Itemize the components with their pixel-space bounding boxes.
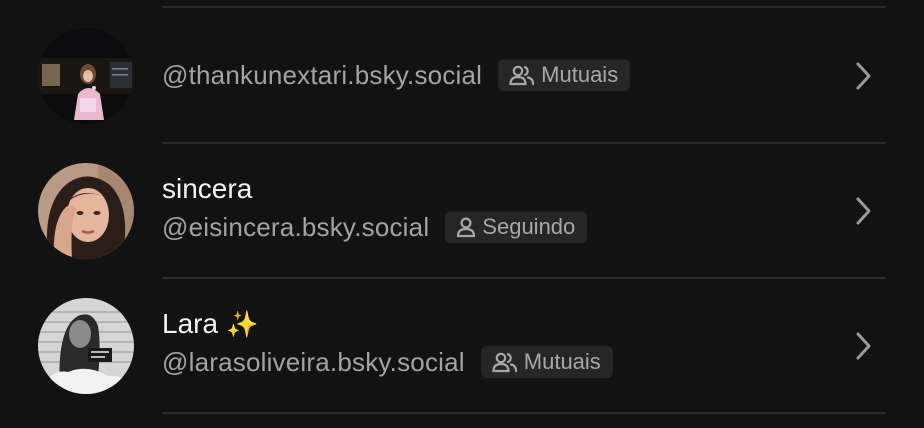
profile-handle: @thankunextari.bsky.social <box>162 59 483 90</box>
profile-row[interactable]: @thankunextari.bsky.social Mutuais <box>0 8 924 142</box>
relationship-badge: Mutuais <box>498 59 631 91</box>
user-icon <box>456 216 476 238</box>
badge-label: Mutuais <box>541 62 619 87</box>
profile-display-name-text: Lara <box>162 308 219 339</box>
profile-row[interactable]: sincera @eisincera.bsky.social Seguindo <box>0 144 924 278</box>
badge-label: Mutuais <box>523 349 601 374</box>
profile-display-name: sincera <box>162 173 253 204</box>
profile-list: @thankunextari.bsky.social Mutuais since… <box>0 0 924 428</box>
profile-handle: @eisincera.bsky.social <box>162 211 430 242</box>
sparkles-emoji: ✨ <box>226 309 259 339</box>
badge-label: Seguindo <box>482 214 576 239</box>
profile-handle: @larasoliveira.bsky.social <box>162 346 465 377</box>
relationship-badge: Mutuais <box>480 346 613 378</box>
chevron-right-icon[interactable] <box>852 330 874 362</box>
users-icon <box>492 351 518 373</box>
profile-display-name: Lara ✨ <box>162 307 834 341</box>
avatar-image <box>38 163 134 259</box>
avatar[interactable] <box>38 28 134 124</box>
avatar-image <box>38 298 134 394</box>
relationship-badge: Seguindo <box>445 211 588 243</box>
chevron-right-icon[interactable] <box>852 60 874 92</box>
avatar[interactable] <box>38 298 134 394</box>
avatar-image <box>38 28 134 124</box>
chevron-right-icon[interactable] <box>852 195 874 227</box>
avatar[interactable] <box>38 163 134 259</box>
profile-row[interactable]: Lara ✨ @larasoliveira.bsky.social Mutuais <box>0 279 924 413</box>
divider <box>162 412 886 414</box>
users-icon <box>509 64 535 86</box>
